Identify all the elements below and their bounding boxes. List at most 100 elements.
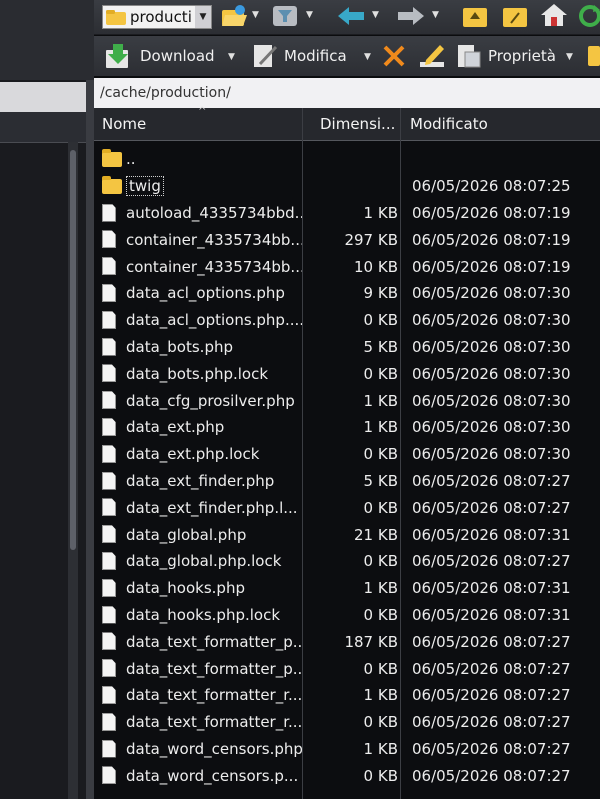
- proprieta-dropdown-arrow[interactable]: ▼: [566, 52, 573, 62]
- file-name: autoload_4335734bbd...: [126, 203, 302, 222]
- file-row[interactable]: container_4335734bb... 10 KB 06/05/2026 08…: [94, 253, 600, 280]
- file-row[interactable]: data_global.php.lock 0 KB 06/05/2026 08:07…: [94, 548, 600, 575]
- download-dropdown-arrow[interactable]: ▼: [228, 52, 235, 62]
- file-size: 1 KB: [363, 203, 398, 222]
- modifica-button[interactable]: Modifica: [252, 42, 353, 70]
- open-folder-icon: [222, 5, 247, 26]
- parent-dir-row[interactable]: ..: [94, 146, 600, 173]
- column-date-header[interactable]: Modificato: [410, 108, 600, 140]
- file-modified: 06/05/2026 08:07:27: [412, 659, 571, 678]
- file-icon: [102, 203, 116, 222]
- file-row[interactable]: data_hooks.php 1 KB 06/05/2026 08:07:31: [94, 575, 600, 602]
- file-row[interactable]: data_text_formatter_r... 0 KB 06/05/2026 0…: [94, 709, 600, 736]
- delete-button[interactable]: [382, 44, 406, 68]
- file-name: data_acl_options.php: [126, 284, 285, 303]
- overflow-icon: [588, 46, 600, 66]
- refresh-button[interactable]: [578, 3, 600, 29]
- home-icon: [541, 4, 567, 26]
- file-icon-wrap: [102, 337, 118, 357]
- left-toolbar-area: [0, 0, 94, 80]
- file-modified: 06/05/2026 08:07:27: [412, 552, 571, 571]
- open-folder-dropdown-arrow[interactable]: ▼: [252, 10, 259, 20]
- file-row[interactable]: data_bots.php 5 KB 06/05/2026 08:07:30: [94, 334, 600, 361]
- file-icon: [102, 712, 116, 731]
- file-row[interactable]: data_ext_finder.php 5 KB 06/05/2026 08:07:…: [94, 468, 600, 495]
- open-folder-button[interactable]: [220, 3, 248, 29]
- file-name: data_word_censors.p...: [126, 766, 299, 785]
- file-size: 0 KB: [363, 311, 398, 330]
- filter-dropdown-arrow[interactable]: ▼: [306, 10, 313, 20]
- file-size: 0 KB: [363, 713, 398, 732]
- more-button[interactable]: [588, 44, 600, 68]
- chevron-down-icon[interactable]: ▼: [195, 6, 211, 28]
- file-row[interactable]: data_text_formatter_p... 0 KB 06/05/2026 0…: [94, 655, 600, 682]
- file-row[interactable]: data_acl_options.php 9 KB 06/05/2026 08:07…: [94, 280, 600, 307]
- file-icon: [102, 230, 116, 249]
- root-folder-button[interactable]: [502, 3, 528, 29]
- rename-button[interactable]: [418, 42, 446, 70]
- parent-folder-icon: [463, 8, 487, 27]
- file-size: 1 KB: [363, 391, 398, 410]
- left-path-bar: [0, 82, 94, 112]
- file-icon-wrap: [102, 659, 118, 678]
- home-button[interactable]: [540, 2, 568, 28]
- left-column-header: [0, 112, 94, 143]
- file-modified: 06/05/2026 08:07:30: [412, 445, 571, 464]
- file-row[interactable]: data_cfg_prosilver.php 1 KB 06/05/2026 08:…: [94, 387, 600, 414]
- panel-splitter[interactable]: [86, 80, 94, 799]
- folder-row[interactable]: twig 06/05/2026 08:07:25: [94, 173, 600, 200]
- file-row[interactable]: data_ext.php 1 KB 06/05/2026 08:07:30: [94, 414, 600, 441]
- modifica-dropdown-arrow[interactable]: ▼: [364, 52, 371, 62]
- left-scrollbar-thumb[interactable]: [70, 150, 76, 550]
- file-icon: [102, 498, 116, 517]
- file-row[interactable]: data_hooks.php.lock 0 KB 06/05/2026 08:07:…: [94, 602, 600, 629]
- column-name-label: Nome: [102, 115, 147, 133]
- forward-dropdown-arrow[interactable]: ▼: [432, 10, 439, 20]
- download-icon: [106, 44, 128, 68]
- download-button[interactable]: Download: [104, 42, 221, 70]
- file-size: 0 KB: [363, 552, 398, 571]
- file-name: data_word_censors.php: [126, 739, 302, 758]
- download-label: Download: [140, 47, 215, 65]
- file-row[interactable]: data_word_censors.p... 0 KB 06/05/2026 08:…: [94, 762, 600, 789]
- refresh-icon: [579, 5, 600, 27]
- parent-folder-button[interactable]: [462, 3, 488, 29]
- back-dropdown-arrow[interactable]: ▼: [372, 10, 379, 20]
- file-name: data_text_formatter_r...: [126, 713, 302, 732]
- file-name: data_ext_finder.php.l...: [126, 498, 298, 517]
- back-button[interactable]: [336, 5, 366, 27]
- file-size: 5 KB: [363, 337, 398, 356]
- file-modified: 06/05/2026 08:07:27: [412, 471, 571, 490]
- file-modified: 06/05/2026 08:07:30: [412, 418, 571, 437]
- file-row[interactable]: data_bots.php.lock 0 KB 06/05/2026 08:07:3…: [94, 360, 600, 387]
- file-icon: [102, 632, 116, 651]
- file-size: 1 KB: [363, 686, 398, 705]
- file-icon-wrap: [102, 525, 118, 544]
- parent-folder-icon: [102, 149, 122, 167]
- file-row[interactable]: container_4335734bb... 297 KB 06/05/2026 0…: [94, 226, 600, 253]
- column-name-header[interactable]: ^ Nome: [102, 106, 300, 140]
- file-row[interactable]: autoload_4335734bbd... 1 KB 06/05/2026 08:…: [94, 200, 600, 227]
- file-icon: [102, 364, 116, 383]
- column-size-header[interactable]: Dimensi...: [320, 108, 396, 140]
- file-row[interactable]: data_ext_finder.php.l... 0 KB 06/05/2026 0…: [94, 494, 600, 521]
- forward-button[interactable]: [396, 5, 426, 27]
- file-row[interactable]: data_ext.php.lock 0 KB 06/05/2026 08:07:30: [94, 441, 600, 468]
- path-bar[interactable]: /cache/production/: [94, 78, 600, 109]
- file-row[interactable]: data_text_formatter_r... 1 KB 06/05/2026 0…: [94, 682, 600, 709]
- file-icon: [102, 685, 116, 704]
- file-row[interactable]: data_acl_options.php.... 0 KB 06/05/2026 0…: [94, 307, 600, 334]
- file-modified: 06/05/2026 08:07:30: [412, 391, 571, 410]
- file-row[interactable]: data_global.php 21 KB 06/05/2026 08:07:31: [94, 521, 600, 548]
- file-name: data_hooks.php.lock: [126, 605, 281, 624]
- file-icon: [102, 444, 116, 463]
- file-name: data_ext.php: [126, 418, 225, 437]
- folder-combo[interactable]: producti ▼: [102, 5, 212, 29]
- file-icon-wrap: [102, 766, 118, 785]
- proprieta-button[interactable]: Proprietà: [456, 42, 562, 70]
- column-date-label: Modificato: [410, 115, 488, 133]
- filter-button[interactable]: [272, 4, 298, 28]
- file-row[interactable]: data_text_formatter_p... 187 KB 06/05/2026…: [94, 628, 600, 655]
- file-row[interactable]: data_word_censors.php 1 KB 06/05/2026 08:0…: [94, 736, 600, 763]
- file-icon: [102, 659, 116, 678]
